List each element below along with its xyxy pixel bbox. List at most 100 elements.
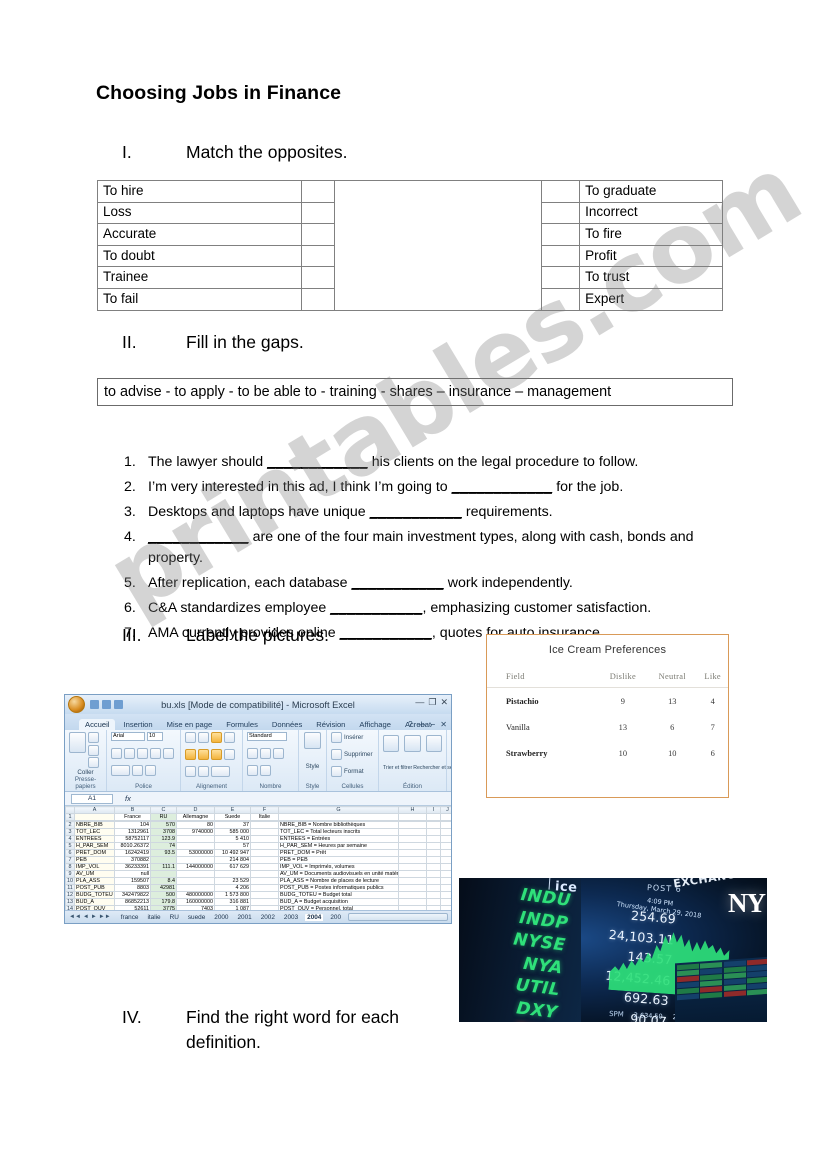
cell-g1[interactable] [278,813,399,821]
cell-h[interactable] [398,870,427,878]
cell-i[interactable] [426,835,441,843]
cell-italie[interactable] [250,835,279,843]
delete-label[interactable]: Supprimer [344,751,373,758]
row-header[interactable]: 2 [65,821,75,829]
answer-blank[interactable]: ____________ [452,479,553,495]
last-sheet-icon[interactable]: ►► [99,914,111,920]
cell-italie[interactable] [250,898,279,906]
cell-ru[interactable]: 111.1 [150,863,177,871]
restore-workbook-icon[interactable]: ⌐ [431,720,436,729]
tab-mise-en-page[interactable]: Mise en page [161,719,219,730]
name-box[interactable]: A1 [71,793,113,804]
cell-suede[interactable]: 1 087 [214,905,251,910]
cell-j[interactable] [440,835,451,843]
cell-label[interactable]: PEB [74,856,115,864]
row-header[interactable]: 9 [65,870,75,878]
cell-italie[interactable] [250,905,279,910]
cell-allemagne[interactable] [176,842,215,850]
increase-font-icon[interactable] [150,747,161,759]
merge-cells-icon[interactable] [211,766,230,777]
cell-ru[interactable]: 179.8 [150,898,177,906]
col-header-j[interactable]: J [440,806,451,814]
cell-label[interactable]: POST_PUB [74,884,115,892]
cell-h[interactable] [398,821,427,829]
cell-france[interactable]: 16242419 [114,849,151,857]
cell-legend[interactable]: TOT_LEC = Total lecteurs inscrits [278,828,399,836]
answer-blank[interactable]: ___________ [370,504,462,520]
cell-label[interactable]: NBRE_BIB [74,821,115,829]
prev-sheet-icon[interactable]: ◄ [83,914,89,920]
cell-france[interactable]: 52611 [114,905,151,910]
cell-allemagne[interactable]: 80 [176,821,215,829]
row-header[interactable]: 4 [65,835,75,843]
cell-suede[interactable]: 585 000 [214,828,251,836]
cell-legend[interactable]: ENTREES = Entrées [278,835,399,843]
sheet-tab-2005[interactable]: 200 [328,914,343,921]
sort-filter-icon[interactable] [404,735,421,752]
cell-allemagne[interactable] [176,835,215,843]
maximize-icon[interactable]: ❐ [428,698,436,707]
cell-france[interactable]: null [114,870,151,878]
cell-h[interactable] [398,905,427,910]
col-header-c[interactable]: C [150,806,177,814]
col-header-b[interactable]: B [114,806,151,814]
font-name-combo[interactable]: Arial [111,732,145,741]
cell-h[interactable] [398,884,427,892]
cell-allemagne[interactable] [176,884,215,892]
close-icon[interactable]: ✕ [440,698,448,707]
match-answer-cell-left[interactable] [300,287,335,311]
answer-blank[interactable]: ____________ [148,529,249,545]
match-middle-blank-area[interactable] [333,180,543,311]
sheet-tab-2004[interactable]: 2004 [305,913,324,921]
cell-italie[interactable] [250,849,279,857]
decrease-indent-icon[interactable] [185,766,196,777]
cell-suede[interactable]: 316 881 [214,898,251,906]
row-header[interactable]: 12 [65,891,75,899]
cell-france[interactable]: 86852213 [114,898,151,906]
sheet-tab-2001[interactable]: 2001 [235,914,253,921]
cell-h[interactable] [398,849,427,857]
row-header[interactable]: 8 [65,863,75,871]
match-answer-cell-left[interactable] [300,223,335,246]
fill-color-icon[interactable] [132,765,143,777]
cell-label[interactable]: IMP_VOL [74,863,115,871]
tab-accueil[interactable]: Accueil [79,719,116,730]
cell-legend[interactable]: POST_OUV = Personnel, total [278,905,399,910]
align-right-icon[interactable] [211,749,222,760]
cell-b1[interactable]: France [114,813,151,821]
cell-i[interactable] [426,905,441,910]
next-sheet-icon[interactable]: ► [91,914,97,920]
cut-icon[interactable] [88,732,99,743]
bold-icon[interactable] [111,747,122,759]
cell-legend[interactable]: PEB = PEB [278,856,399,864]
ribbon-help-controls[interactable]: ? — ⌐ ✕ [408,720,447,729]
cell-ru[interactable]: 93.5 [150,849,177,857]
format-cells-icon[interactable] [331,766,342,777]
cell-suede[interactable]: 37 [214,821,251,829]
cell-ru[interactable] [150,856,177,864]
italic-icon[interactable] [124,747,135,759]
sheet-tab-2002[interactable]: 2002 [259,914,277,921]
sheet-tab-ru[interactable]: RU [168,914,181,921]
cell-h[interactable] [398,856,427,864]
cell-allemagne[interactable] [176,877,215,885]
match-answer-cell-left[interactable] [300,266,335,289]
insert-cells-icon[interactable] [331,732,342,743]
cell-ru[interactable]: 74 [150,842,177,850]
cell-h[interactable] [398,891,427,899]
cell-ru[interactable]: 570 [150,821,177,829]
cell-legend[interactable]: PRET_DOM = Prêt [278,849,399,857]
match-answer-cell-right[interactable] [541,223,581,246]
sheet-tab-italie[interactable]: italie [145,914,162,921]
cell-h[interactable] [398,898,427,906]
cell-ru[interactable]: 123.9 [150,835,177,843]
cell-j[interactable] [440,842,451,850]
thousands-icon[interactable] [273,747,284,759]
row-header[interactable]: 11 [65,884,75,892]
cell-label[interactable]: H_PAR_SEM [74,842,115,850]
cell-i[interactable] [426,842,441,850]
cell-france[interactable]: 8803 [114,884,151,892]
cell-allemagne[interactable]: 160000000 [176,898,215,906]
cell-suede[interactable]: 10 492 947 [214,849,251,857]
cell-italie[interactable] [250,884,279,892]
